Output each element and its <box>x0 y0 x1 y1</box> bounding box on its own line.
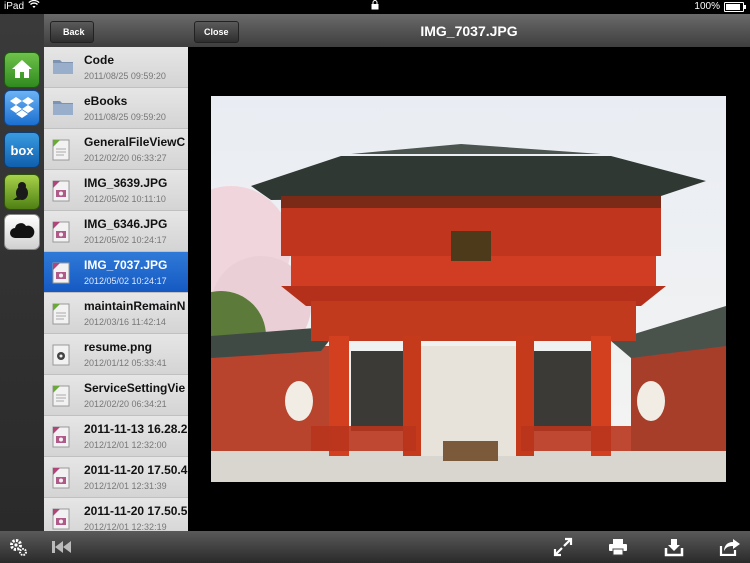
file-list: Code 2011/08/25 09:59:20 eBooks 2011/08/25 … <box>44 47 188 531</box>
cloud-icon <box>9 222 35 242</box>
file-date: 2012/05/02 10:24:17 <box>84 276 167 286</box>
file-name: eBooks <box>84 94 128 108</box>
file-list-item[interactable]: 2011-11-20 17.50.5 2012/12/01 12:32:19 <box>44 498 188 531</box>
file-name: 2011-11-20 17.50.4 <box>84 463 188 477</box>
file-name: Code <box>84 53 114 67</box>
back-button[interactable]: Back <box>50 21 94 43</box>
rewind-icon[interactable] <box>50 536 72 558</box>
dropbox-icon <box>10 96 34 121</box>
image-file-icon <box>52 467 74 489</box>
image-file-icon <box>52 221 74 243</box>
sidebar-item-sugarsync[interactable] <box>4 174 40 210</box>
image-file-icon <box>52 426 74 448</box>
file-name: 2011-11-20 17.50.5 <box>84 504 188 518</box>
document-icon <box>52 303 74 325</box>
file-list-item[interactable]: IMG_7037.JPG 2012/05/02 10:24:17 <box>44 252 188 293</box>
image-file-icon <box>52 180 74 202</box>
file-panel-header: Back <box>44 14 188 47</box>
file-list-item[interactable]: IMG_6346.JPG 2012/05/02 10:24:17 <box>44 211 188 252</box>
file-date: 2012/02/20 06:34:21 <box>84 399 167 409</box>
home-icon <box>11 59 33 82</box>
status-bar: iPad 100% <box>0 0 750 14</box>
box-icon: box <box>10 142 34 158</box>
file-date: 2012/12/01 12:32:00 <box>84 440 167 450</box>
sidebar-item-box[interactable]: box <box>4 132 40 168</box>
folder-icon <box>52 57 74 77</box>
file-name: resume.png <box>84 340 153 354</box>
battery-icon <box>724 2 746 12</box>
file-name: maintainRemainN <box>84 299 186 313</box>
file-name: 2011-11-13 16.28.2 <box>84 422 188 436</box>
image-file-icon <box>52 262 74 284</box>
file-name: IMG_7037.JPG <box>84 258 168 272</box>
file-list-item[interactable]: 2011-11-20 17.50.4 2012/12/01 12:31:39 <box>44 457 188 498</box>
settings-icon[interactable] <box>7 536 29 558</box>
file-list-item[interactable]: GeneralFileViewC 2012/02/20 06:33:27 <box>44 129 188 170</box>
bottom-toolbar <box>0 531 750 563</box>
file-date: 2012/03/16 11:42:14 <box>84 317 166 327</box>
file-list-item[interactable]: IMG_3639.JPG 2012/05/02 10:11:10 <box>44 170 188 211</box>
file-date: 2012/02/20 06:33:27 <box>84 153 167 163</box>
file-date: 2012/05/02 10:24:17 <box>84 235 167 245</box>
print-icon[interactable] <box>607 536 629 558</box>
file-list-item[interactable]: maintainRemainN 2012/03/16 11:42:14 <box>44 293 188 334</box>
file-date: 2011/08/25 09:59:20 <box>84 112 166 122</box>
sidebar-item-cloud[interactable] <box>4 214 40 250</box>
service-sidebar: box <box>0 14 44 531</box>
file-list-item[interactable]: ServiceSettingVie 2012/02/20 06:34:21 <box>44 375 188 416</box>
file-name: IMG_6346.JPG <box>84 217 168 231</box>
file-date: 2012/12/01 12:32:19 <box>84 522 167 531</box>
file-date: 2012/12/01 12:31:39 <box>84 481 167 491</box>
file-name: ServiceSettingVie <box>84 381 186 395</box>
viewer-header: Close IMG_7037.JPG <box>188 14 750 47</box>
lock-icon <box>0 0 750 15</box>
sugarsync-icon <box>11 180 33 205</box>
temple-gate-photo <box>211 96 726 482</box>
viewer-title: IMG_7037.JPG <box>420 23 518 39</box>
save-icon[interactable] <box>663 536 685 558</box>
file-list-item[interactable]: Code 2011/08/25 09:59:20 <box>44 47 188 88</box>
file-list-item[interactable]: resume.png 2012/01/12 05:33:41 <box>44 334 188 375</box>
file-list-item[interactable]: eBooks 2011/08/25 09:59:20 <box>44 88 188 129</box>
document-icon <box>52 385 74 407</box>
folder-icon <box>52 98 74 118</box>
png-file-icon <box>52 344 74 366</box>
file-panel: Back Code 2011/08/25 09:59:20 eBooks 2011/0… <box>44 14 188 531</box>
document-icon <box>52 139 74 161</box>
sidebar-item-home[interactable] <box>4 52 40 88</box>
file-name: IMG_3639.JPG <box>84 176 168 190</box>
share-icon[interactable] <box>719 536 741 558</box>
file-date: 2011/08/25 09:59:20 <box>84 71 166 81</box>
image-viewer: Close IMG_7037.JPG <box>188 14 750 531</box>
file-date: 2012/05/02 10:11:10 <box>84 194 166 204</box>
battery-percent: 100% <box>694 1 720 12</box>
file-name: GeneralFileViewC <box>84 135 186 149</box>
sidebar-item-dropbox[interactable] <box>4 90 40 126</box>
file-date: 2012/01/12 05:33:41 <box>84 358 167 368</box>
file-list-item[interactable]: 2011-11-13 16.28.2 2012/12/01 12:32:00 <box>44 416 188 457</box>
fullscreen-icon[interactable] <box>552 536 574 558</box>
image-file-icon <box>52 508 74 530</box>
